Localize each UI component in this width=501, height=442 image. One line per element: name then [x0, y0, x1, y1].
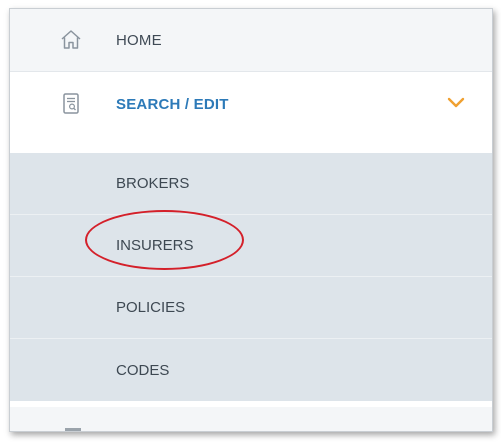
submenu-item-codes[interactable]: CODES — [10, 339, 492, 401]
next-menu-item-partial — [10, 407, 492, 431]
submenu-item-policies-label: POLICIES — [116, 299, 186, 316]
submenu-item-insurers-label: INSURERS — [116, 237, 194, 254]
chevron-down-icon[interactable] — [446, 95, 466, 111]
submenu-item-brokers-label: BROKERS — [116, 175, 190, 192]
menu-item-search-edit[interactable]: SEARCH / EDIT — [10, 73, 492, 136]
menu-item-search-edit-label: SEARCH / EDIT — [116, 96, 229, 113]
submenu-item-codes-label: CODES — [116, 361, 170, 379]
submenu-item-insurers[interactable]: INSURERS — [10, 215, 492, 277]
search-edit-submenu: BROKERS INSURERS POLICIES CODES — [10, 153, 492, 401]
home-icon — [60, 28, 82, 52]
menu-item-home-label: HOME — [116, 31, 162, 49]
search-document-icon — [60, 92, 82, 116]
partial-icon — [65, 428, 81, 431]
menu-item-home[interactable]: HOME — [10, 9, 492, 72]
submenu-item-brokers[interactable]: BROKERS — [10, 153, 492, 215]
submenu-item-policies[interactable]: POLICIES — [10, 277, 492, 339]
navigation-sidebar: HOME SEARCH / EDIT BROKERS INSURERS POLI… — [9, 8, 493, 432]
